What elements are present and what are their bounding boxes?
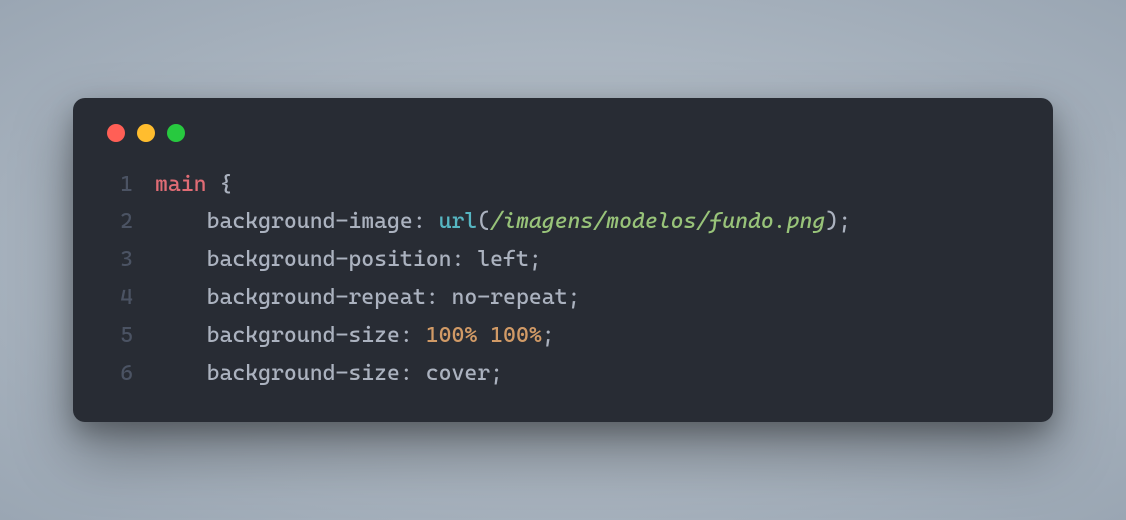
token-colon: : (426, 285, 452, 310)
token-punc: ( (477, 209, 490, 234)
token-val: left (477, 247, 529, 272)
line-number: 3 (103, 241, 133, 279)
token-brace: { (219, 172, 232, 197)
window-close-button[interactable] (107, 124, 125, 142)
line-content: background-repeat: no-repeat; (155, 279, 580, 317)
token-colon: : (400, 323, 426, 348)
line-number: 1 (103, 166, 133, 204)
token-val: no-repeat (451, 285, 567, 310)
line-number: 6 (103, 355, 133, 393)
token-prop: background-image (207, 209, 413, 234)
token-colon: : (413, 209, 439, 234)
token-punc: ) (825, 209, 838, 234)
line-number: 4 (103, 279, 133, 317)
token-punc: ; (542, 323, 555, 348)
code-line: 2 background-image: url(/imagens/modelos… (103, 203, 1023, 241)
line-number: 5 (103, 317, 133, 355)
code-block: 1main {2 background-image: url(/imagens/… (103, 166, 1023, 393)
token-punc (155, 285, 207, 310)
token-colon: : (451, 247, 477, 272)
token-punc: ; (529, 247, 542, 272)
token-num: 100% (490, 323, 542, 348)
token-prop: background-position (207, 247, 452, 272)
code-line: 1 main { (103, 166, 1023, 204)
token-punc: ; (568, 285, 581, 310)
token-func: url (439, 209, 478, 234)
line-content: background-size: 100% 100%; (155, 317, 555, 355)
line-content: background-position: left; (155, 241, 542, 279)
token-punc (155, 323, 207, 348)
token-prop: background-size (207, 323, 400, 348)
token-prop: background-repeat (207, 285, 426, 310)
token-punc: ; (490, 361, 503, 386)
window-minimize-button[interactable] (137, 124, 155, 142)
token-val: cover (426, 361, 490, 386)
token-punc (155, 247, 207, 272)
token-punc (477, 323, 490, 348)
traffic-lights (103, 124, 1023, 142)
code-line: 5 background-size: 100% 100%; (103, 317, 1023, 355)
token-punc: ; (838, 209, 851, 234)
line-content: background-size: cover; (155, 355, 503, 393)
code-line: 3 background-position: left; (103, 241, 1023, 279)
token-sel: main (155, 172, 219, 197)
token-str: /imagens/modelos/fundo.png (490, 209, 825, 234)
token-punc (155, 361, 207, 386)
code-line: 6 background-size: cover; (103, 355, 1023, 393)
code-line: 4 background-repeat: no-repeat; (103, 279, 1023, 317)
code-window: 1main {2 background-image: url(/imagens/… (73, 98, 1053, 423)
token-prop: background-size (207, 361, 400, 386)
line-content: background-image: url(/imagens/modelos/f… (155, 203, 851, 241)
token-colon: : (400, 361, 426, 386)
token-punc (155, 209, 207, 234)
line-content: main { (155, 166, 232, 204)
token-num: 100% (426, 323, 478, 348)
line-number: 2 (103, 203, 133, 241)
window-zoom-button[interactable] (167, 124, 185, 142)
